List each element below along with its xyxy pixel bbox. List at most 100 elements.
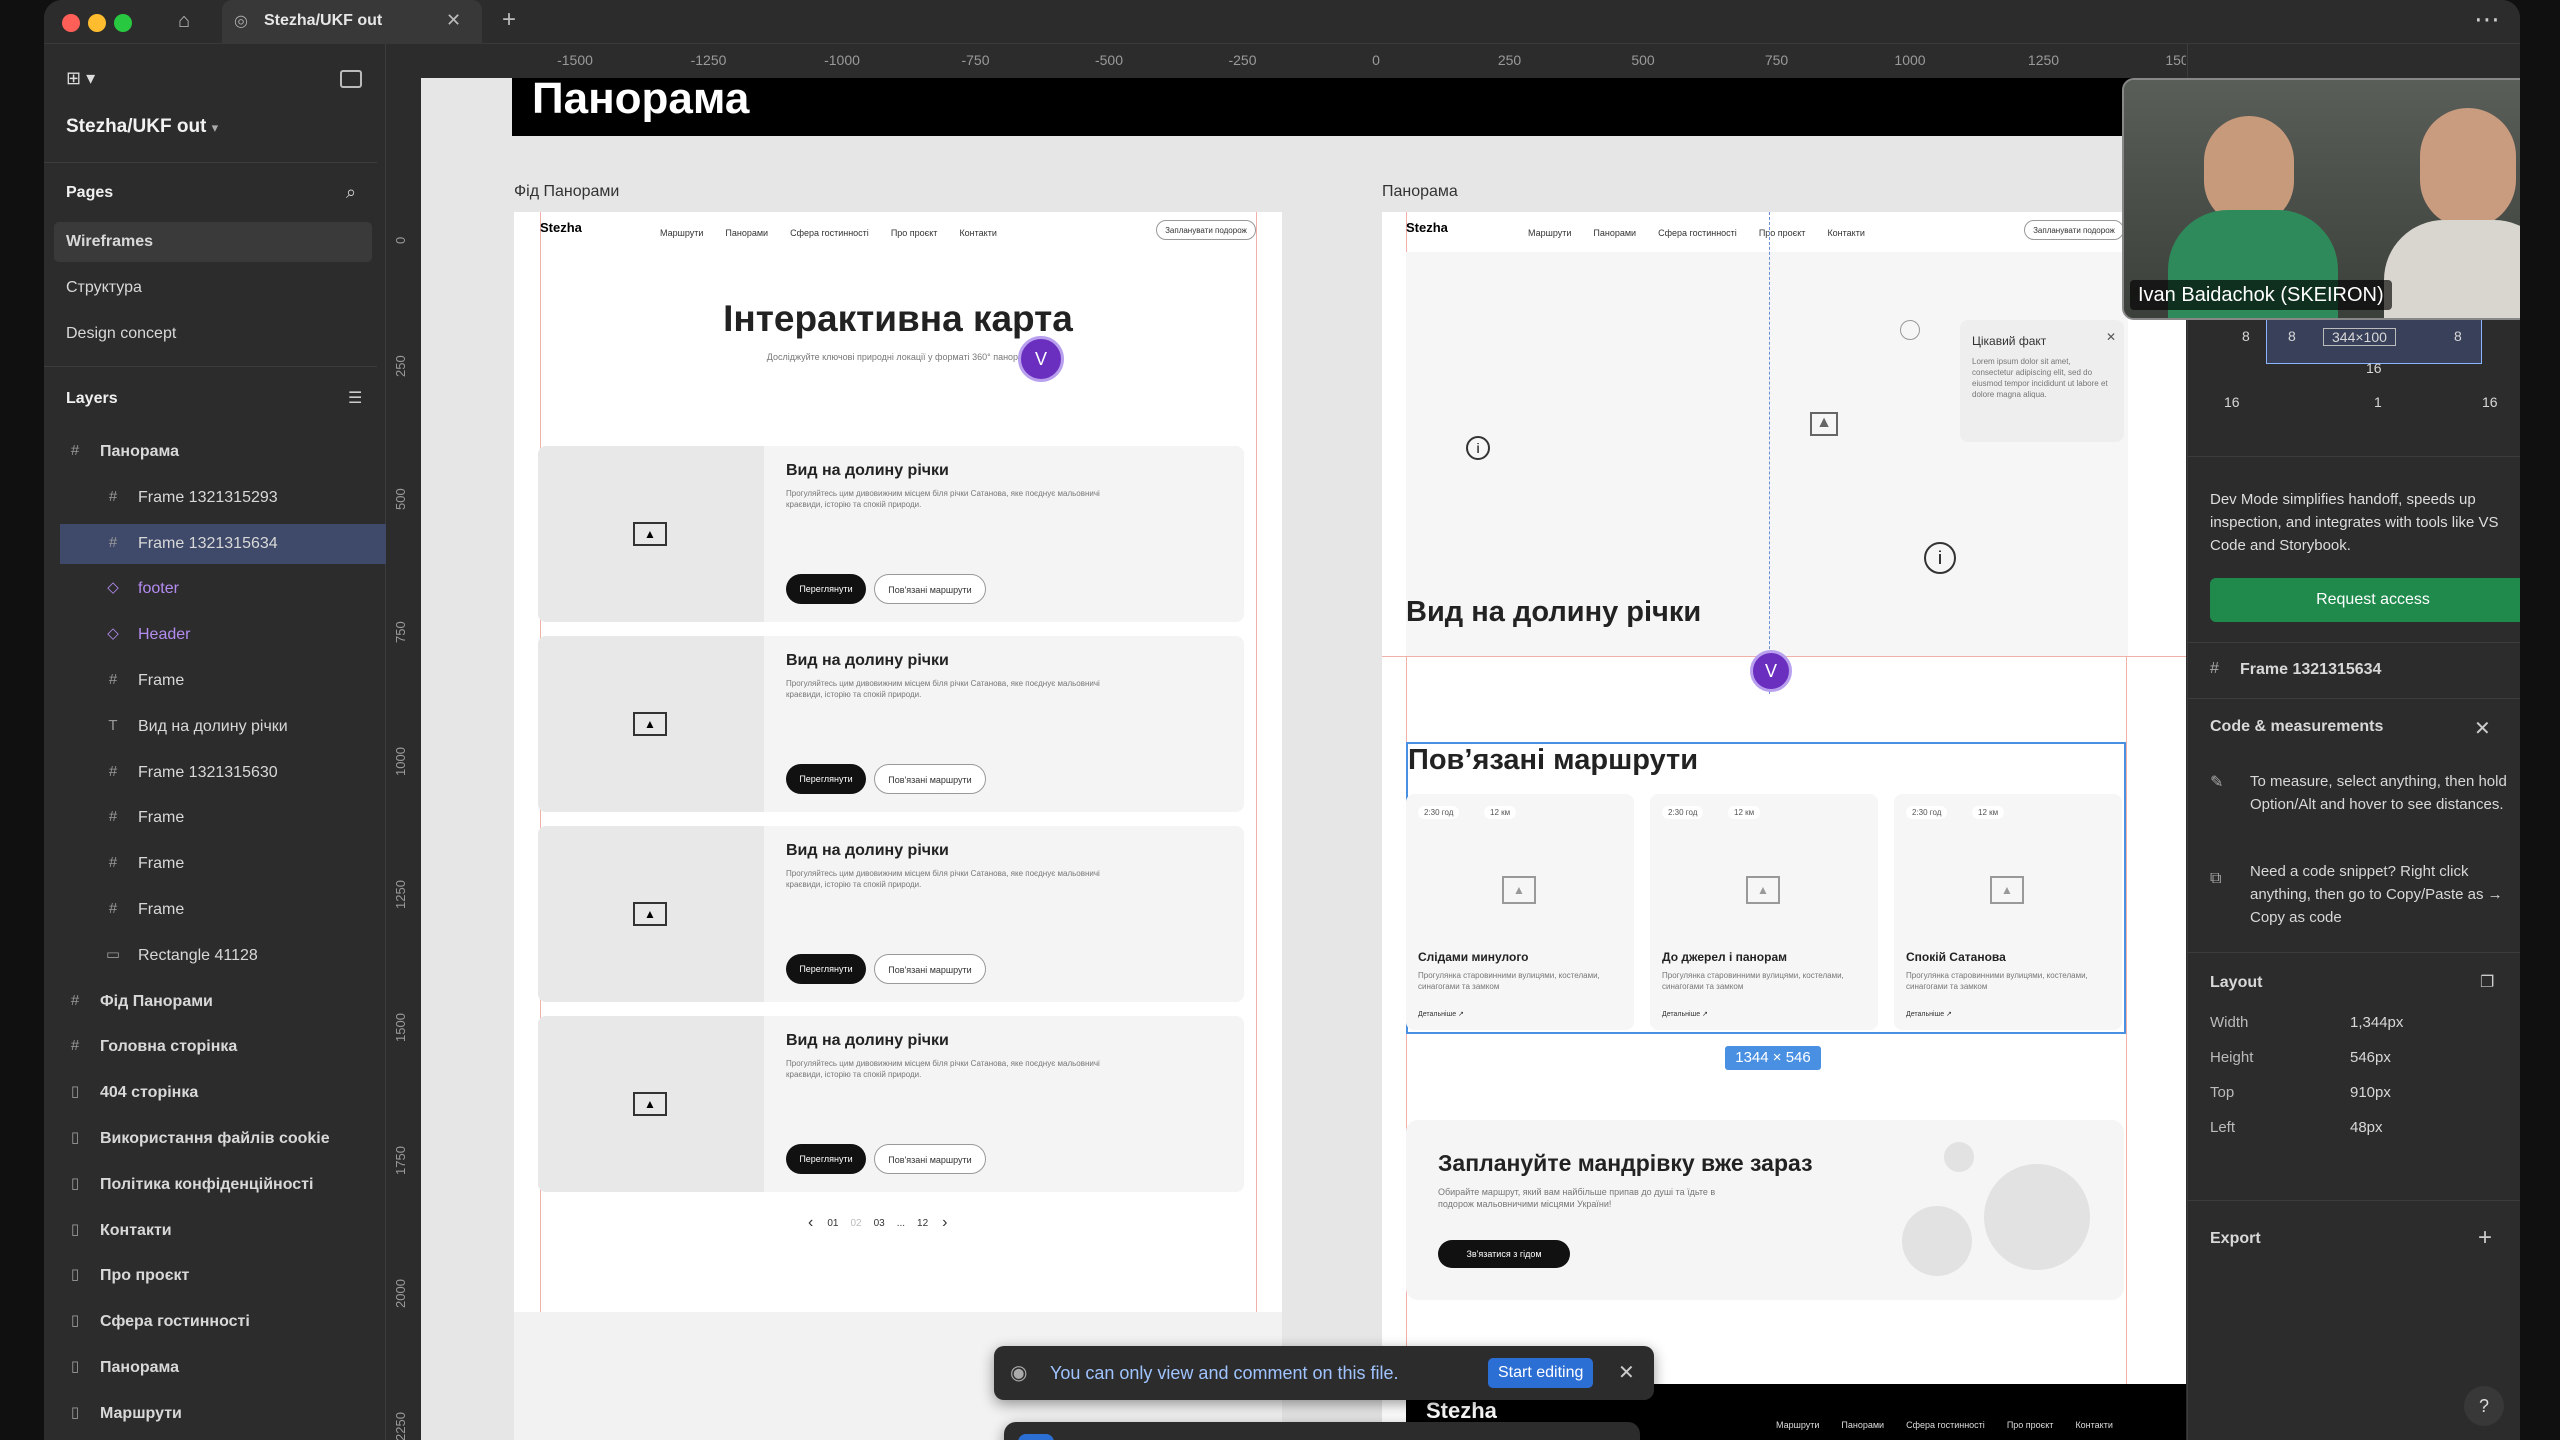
layer-item[interactable]: # Головна сторінка (44, 1027, 386, 1067)
footer-link[interactable]: Панорами (1841, 1420, 1884, 1430)
related-routes-button[interactable]: Пов'язані маршрути (874, 1144, 986, 1174)
components-tool-icon[interactable]: ⊞ (1488, 1434, 1524, 1440)
frame-tool-icon[interactable]: # (1200, 1434, 1236, 1440)
close-icon[interactable]: ✕ (2106, 330, 2116, 344)
layer-item[interactable]: # Frame 1321315634 (60, 523, 386, 564)
shape-tool-icon[interactable]: □ (1280, 1434, 1316, 1440)
zoom-window-button[interactable] (114, 14, 132, 32)
request-access-button[interactable]: Request access (2210, 578, 2520, 622)
feed-frame[interactable]: Stezha Маршрути Панорами Сфера гостинності… (514, 212, 1282, 1440)
layer-item[interactable]: # Frame 1321315630 (44, 753, 386, 793)
view-button[interactable]: Переглянути (786, 954, 866, 984)
file-name[interactable]: Stezha/UKF out ▾ (66, 116, 218, 138)
layer-item[interactable]: ▯ 404 сторінка (44, 1073, 386, 1113)
page-item[interactable]: Design concept (44, 314, 386, 354)
layer-item[interactable]: ▯ Панорама (44, 1348, 386, 1388)
footer-link[interactable]: Контакти (2075, 1420, 2112, 1430)
layer-item[interactable]: ▯ Політика конфіденційності (44, 1165, 386, 1205)
page-number[interactable]: 02 (850, 1218, 861, 1229)
layer-item[interactable]: ▯ Маршрути (44, 1394, 386, 1434)
logo[interactable]: Stezha (1406, 220, 1448, 235)
pen-tool-icon[interactable]: ✒ (1360, 1434, 1396, 1440)
route-card[interactable]: 2:30 год 12 км ▲ Спокій Сатанова Прогулянка … (1894, 794, 2122, 1030)
new-tab-button[interactable]: + (502, 6, 516, 34)
panorama-frame-label[interactable]: Панорама (1382, 183, 1458, 201)
search-icon[interactable]: ⌕ (346, 182, 356, 203)
footer-link[interactable]: Сфера гостинності (1906, 1420, 1985, 1430)
route-card[interactable]: 2:30 год 12 км ▲ До джерел і панорам Прогуля… (1650, 794, 1878, 1030)
page-number[interactable]: 12 (917, 1218, 928, 1229)
related-routes-button[interactable]: Пов'язані маршрути (874, 954, 986, 984)
nav-link[interactable]: Контакти (1827, 228, 1864, 238)
next-page-icon[interactable]: › (942, 1214, 947, 1232)
nav-cta-button[interactable]: Запланувати подорож (2024, 220, 2124, 240)
layer-item[interactable]: # Frame (44, 844, 386, 884)
add-export-icon[interactable]: + (2478, 1224, 2492, 1252)
layer-item[interactable]: ▯ Сфера гостинності (44, 1302, 386, 1342)
plan-cta-button[interactable]: Зв'язатися з гідом (1438, 1240, 1570, 1268)
dev-mode-icon[interactable]: </> (1548, 1434, 1584, 1440)
page-item[interactable]: Wireframes (54, 222, 372, 262)
view-button[interactable]: Переглянути (786, 574, 866, 604)
panorama-frame[interactable]: Stezha Маршрути Панорами Сфера гостинності… (1382, 212, 2186, 1440)
collaborator-avatar[interactable]: V (1750, 650, 1792, 692)
layer-item[interactable]: T Вид на долину річки (44, 707, 386, 747)
details-link[interactable]: Детальніше ↗ (1906, 1010, 1952, 1018)
nav-link[interactable]: Про проєкт (891, 228, 938, 238)
hand-tool-icon[interactable]: ✋ (1074, 1434, 1110, 1440)
close-toast-icon[interactable]: ✕ (1618, 1360, 1635, 1385)
page-number[interactable]: 01 (827, 1218, 838, 1229)
layer-item[interactable]: # Фід Панорами (44, 982, 386, 1022)
figma-menu-icon[interactable]: ⊞ ▾ (66, 68, 95, 89)
nav-link[interactable]: Сфера гостинності (1658, 228, 1737, 238)
layer-item[interactable]: # Frame (44, 890, 386, 930)
layers-list-icon[interactable]: ☰ (348, 388, 362, 408)
layer-item[interactable]: # Frame (44, 798, 386, 838)
page-number[interactable]: 03 (874, 1218, 885, 1229)
layer-item[interactable]: ◇ footer (44, 569, 386, 609)
details-link[interactable]: Детальніше ↗ (1662, 1010, 1708, 1018)
text-tool-icon[interactable]: T (1430, 1434, 1466, 1440)
close-tab-icon[interactable]: ✕ (446, 10, 461, 31)
layer-item[interactable]: ▯ Використання файлів cookie (44, 1119, 386, 1159)
design-canvas[interactable]: -1500 -1250 -1000 -750 -500 -250 0 250 500 750 100… (387, 44, 2186, 1440)
route-card[interactable]: 2:30 год 12 км ▲ Слідами минулого Прогулянка… (1406, 794, 1634, 1030)
nav-link[interactable]: Маршрути (1528, 228, 1571, 238)
feed-card[interactable]: ▲ Вид на долину річки Прогуляйтесь цим див… (538, 826, 1244, 1002)
nav-link[interactable]: Контакти (959, 228, 996, 238)
nav-link[interactable]: Маршрути (660, 228, 703, 238)
feed-card[interactable]: ▲ Вид на долину річки Прогуляйтесь цим див… (538, 636, 1244, 812)
nav-link[interactable]: Сфера гостинності (790, 228, 869, 238)
info-hotspot-icon[interactable]: i (1466, 436, 1490, 460)
footer-link[interactable]: Про проєкт (2007, 1420, 2054, 1430)
layer-item[interactable]: ◇ Header (44, 615, 386, 655)
nav-link[interactable]: Про проєкт (1759, 228, 1806, 238)
footer-link[interactable]: Маршрути (1776, 1420, 1819, 1430)
comment-tool-icon[interactable]: ◯ (1130, 1434, 1166, 1440)
close-icon[interactable]: ✕ (2474, 716, 2491, 741)
prev-page-icon[interactable]: ‹ (808, 1214, 813, 1232)
nav-link[interactable]: Панорами (725, 228, 768, 238)
layer-item[interactable]: ▭ Rectangle 41128 (44, 936, 386, 976)
layer-item[interactable]: ▯ Контакти (44, 1211, 386, 1251)
details-link[interactable]: Детальніше ↗ (1418, 1010, 1464, 1018)
more-menu-icon[interactable]: ⋯ (2474, 4, 2500, 35)
layer-item[interactable]: # Панорама (44, 432, 386, 472)
start-editing-button[interactable]: Start editing (1488, 1358, 1594, 1388)
home-icon[interactable]: ⌂ (172, 10, 196, 34)
move-tool-icon[interactable]: ➤ (1018, 1434, 1054, 1440)
feed-card[interactable]: ▲ Вид на долину річки Прогуляйтесь цим див… (538, 1016, 1244, 1192)
help-button[interactable]: ? (2464, 1386, 2504, 1426)
close-window-button[interactable] (62, 14, 80, 32)
copy-icon[interactable]: ❐ (2480, 972, 2494, 992)
related-routes-button[interactable]: Пов'язані маршрути (874, 764, 986, 794)
minimize-window-button[interactable] (88, 14, 106, 32)
feed-frame-label[interactable]: Фід Панорами (514, 183, 619, 201)
nav-cta-button[interactable]: Запланувати подорож (1156, 220, 1256, 240)
layer-item[interactable]: # Frame (44, 661, 386, 701)
page-number[interactable]: ... (897, 1218, 905, 1229)
nav-link[interactable]: Панорами (1593, 228, 1636, 238)
view-button[interactable]: Переглянути (786, 1144, 866, 1174)
page-item[interactable]: Структура (44, 268, 386, 308)
toggle-sidebar-icon[interactable] (340, 70, 362, 88)
